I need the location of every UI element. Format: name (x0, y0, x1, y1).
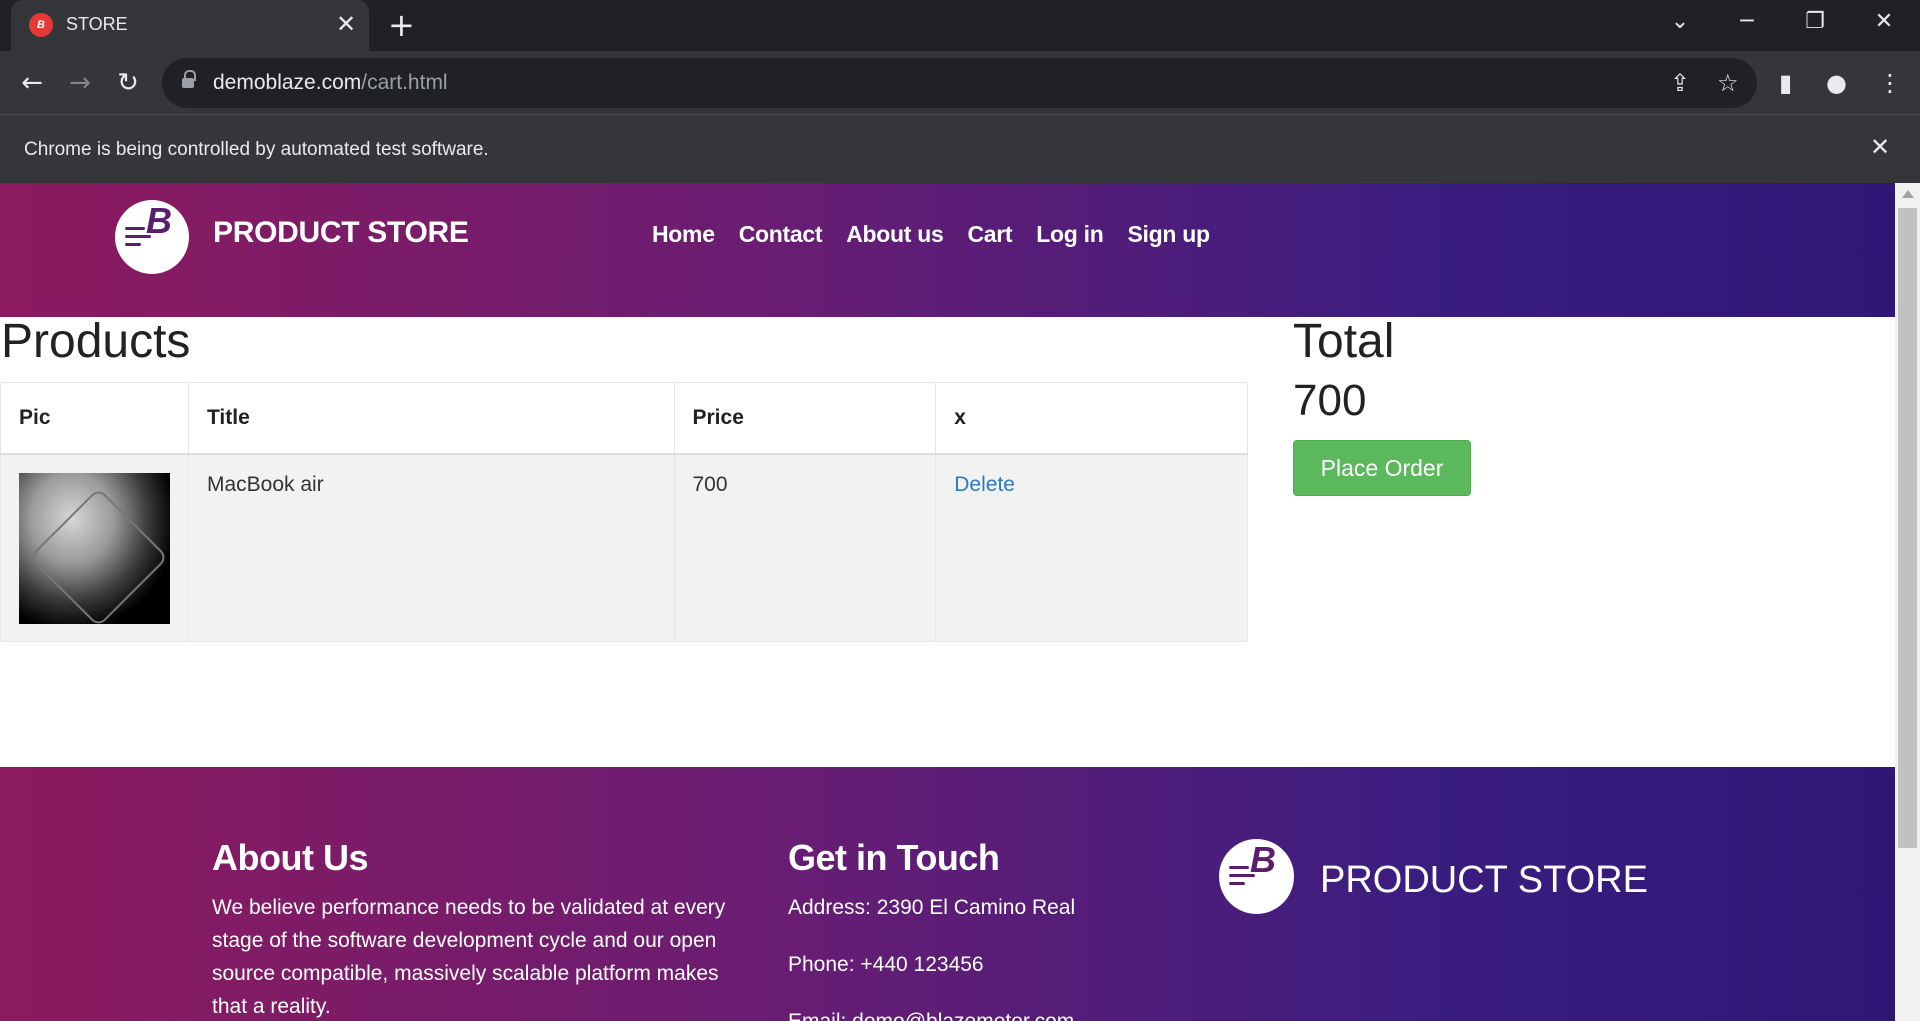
product-title-cell: MacBook air (187, 453, 675, 642)
tab-search-icon[interactable]: ⌄ (1662, 8, 1698, 36)
nav-cart[interactable]: Cart (967, 221, 1012, 248)
footer-contact-heading: Get in Touch (788, 837, 1000, 878)
footer-address: Address: 2390 El Camino Real (788, 896, 1076, 919)
nav-log-in[interactable]: Log in (1036, 221, 1103, 248)
delete-link[interactable]: Delete (954, 473, 1015, 496)
scroll-up-arrow-icon[interactable] (1902, 190, 1914, 198)
footer-contact-section: Get in Touch Address: 2390 El Camino Rea… (788, 837, 1188, 1021)
brand-logo-icon[interactable]: B (115, 200, 189, 274)
footer-logo-letter: B (1250, 839, 1276, 880)
store-favicon-icon: B (29, 13, 53, 37)
browser-tab[interactable]: B STORE ✕ (11, 0, 369, 51)
reload-icon[interactable]: ↻ (110, 65, 146, 101)
scrollbar-thumb[interactable] (1898, 208, 1917, 848)
forward-arrow-icon[interactable]: → (62, 65, 98, 101)
column-header-price: Price (673, 382, 937, 455)
footer-phone: Phone: +440 123456 (788, 953, 984, 976)
product-pic-cell (0, 453, 189, 642)
page-scrollbar[interactable] (1895, 183, 1920, 1021)
url-text[interactable]: demoblaze.com/cart.html (213, 71, 448, 95)
footer-email: Email: demo@blazemeter.com (788, 1005, 1188, 1021)
share-icon[interactable]: ⇪ (1670, 69, 1690, 97)
footer-brand-logo-icon: B (1219, 839, 1294, 914)
infobar-close-icon[interactable]: ✕ (1870, 133, 1890, 161)
tab-title: STORE (66, 14, 128, 34)
footer-about-text: We believe performance needs to be valid… (212, 896, 726, 1018)
infobar-message: Chrome is being controlled by automated … (24, 139, 489, 160)
footer-brand-name: PRODUCT STORE (1320, 859, 1648, 901)
table-row: MacBook air 700 Delete (0, 453, 1248, 642)
browser-toolbar: ← → ↻ demoblaze.com/cart.html ⇪ ☆ ▮ ● ⋮ (0, 51, 1920, 114)
url-host: demoblaze.com (213, 71, 362, 94)
lock-icon[interactable] (182, 70, 196, 89)
tab-close-icon[interactable]: ✕ (336, 11, 356, 37)
nav-sign-up[interactable]: Sign up (1127, 221, 1210, 248)
product-action-cell: Delete (935, 453, 1248, 642)
site-navbar: B PRODUCT STORE Home Contact About us Ca… (0, 183, 1895, 317)
total-heading: Total (1293, 315, 1395, 368)
new-tab-icon[interactable]: + (388, 9, 415, 41)
footer-about-heading: About Us (212, 837, 368, 878)
footer-about-section: About Us We believe performance needs to… (212, 837, 757, 1021)
automation-infobar: Chrome is being controlled by automated … (0, 114, 1920, 183)
macbook-air-image (19, 472, 170, 624)
products-heading: Products (1, 315, 191, 368)
address-bar[interactable]: demoblaze.com/cart.html ⇪ ☆ (162, 58, 1757, 108)
browser-tabstrip: B STORE ✕ + ⌄ ─ ❐ ✕ (0, 0, 1920, 51)
logo-letter: B (146, 200, 172, 241)
restore-icon[interactable]: ❐ (1797, 8, 1833, 36)
column-header-x: x (935, 382, 1248, 455)
profile-avatar-icon[interactable]: ● (1826, 69, 1847, 97)
table-header-row: Pic Title Price x (0, 382, 1248, 455)
nav-links: Home Contact About us Cart Log in Sign u… (652, 221, 1210, 248)
nav-contact[interactable]: Contact (739, 221, 823, 248)
url-path: /cart.html (361, 71, 448, 94)
product-price-cell: 700 (673, 453, 937, 642)
page-viewport: B PRODUCT STORE Home Contact About us Ca… (0, 183, 1895, 1021)
chrome-menu-icon[interactable]: ⋮ (1878, 69, 1902, 97)
column-header-pic: Pic (0, 382, 189, 455)
brand-name[interactable]: PRODUCT STORE (213, 216, 469, 250)
column-header-title: Title (187, 382, 675, 455)
total-value: 700 (1293, 376, 1367, 425)
close-window-icon[interactable]: ✕ (1866, 8, 1902, 36)
nav-home[interactable]: Home (652, 221, 715, 248)
cart-table: Pic Title Price x MacBook air 700 Delete (0, 382, 1248, 642)
side-panel-icon[interactable]: ▮ (1779, 69, 1792, 97)
bookmark-star-icon[interactable]: ☆ (1717, 69, 1739, 97)
nav-about-us[interactable]: About us (846, 221, 944, 248)
place-order-button[interactable]: Place Order (1293, 440, 1471, 496)
back-arrow-icon[interactable]: ← (14, 65, 50, 101)
minimize-icon[interactable]: ─ (1729, 8, 1765, 36)
site-footer: About Us We believe performance needs to… (0, 767, 1895, 1021)
